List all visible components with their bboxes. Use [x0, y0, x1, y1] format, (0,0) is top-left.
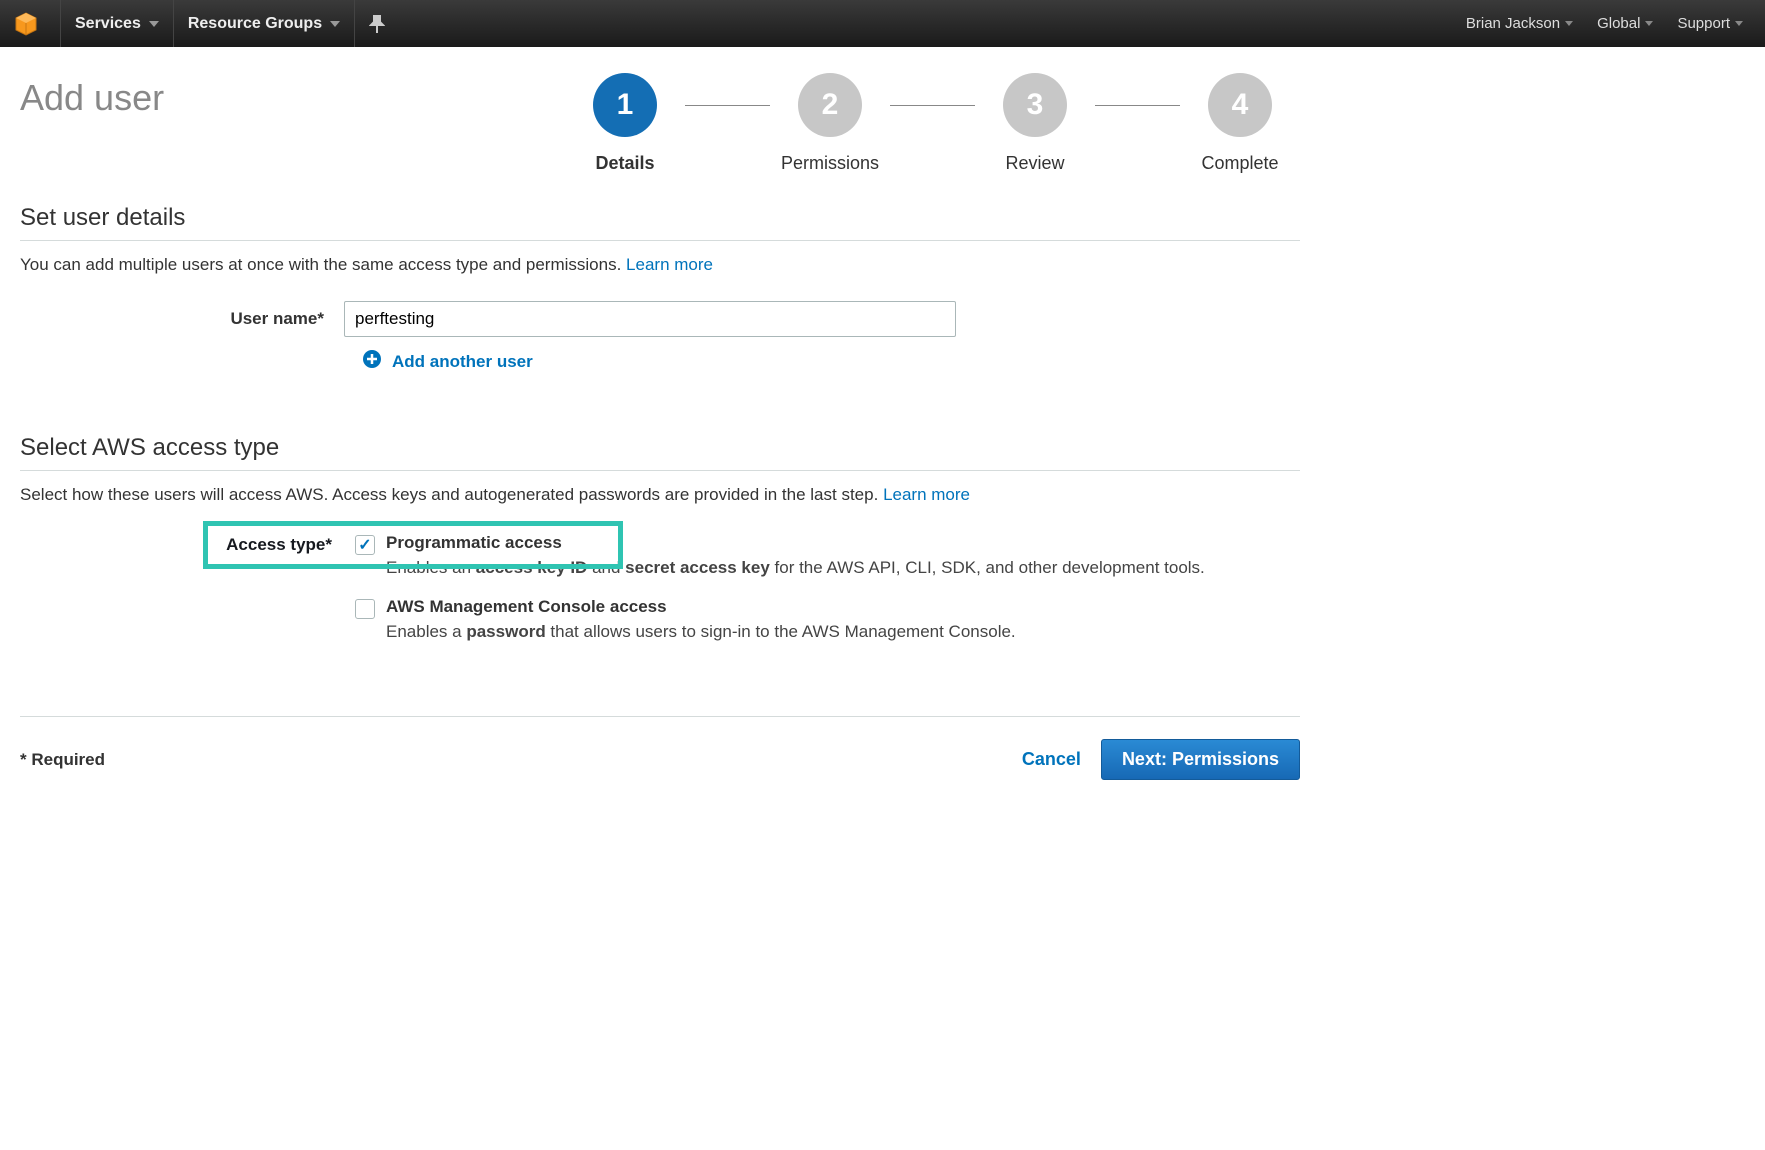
wizard-step-complete: 4 Complete: [1180, 73, 1300, 174]
aws-logo-icon[interactable]: [10, 8, 42, 40]
step-connector: [1095, 105, 1180, 106]
cancel-button[interactable]: Cancel: [1002, 739, 1101, 780]
wizard-step-permissions: 2 Permissions: [770, 73, 890, 174]
step-label: Review: [1005, 153, 1064, 174]
console-access-title: AWS Management Console access: [386, 595, 1300, 617]
caret-down-icon: [1565, 21, 1573, 26]
page-title: Add user: [20, 77, 164, 119]
top-nav: Services Resource Groups Brian Jackson G…: [0, 0, 1765, 47]
step-label: Complete: [1201, 153, 1278, 174]
access-type-block: Access type* Programmatic access Enables…: [20, 531, 1300, 658]
programmatic-access-checkbox[interactable]: [355, 535, 375, 555]
programmatic-access-title: Programmatic access: [386, 531, 1300, 553]
chevron-down-icon: [330, 21, 340, 27]
resource-groups-label: Resource Groups: [188, 15, 322, 33]
step-connector: [685, 105, 770, 106]
step-number: 4: [1208, 73, 1272, 137]
chevron-down-icon: [149, 21, 159, 27]
learn-more-link[interactable]: Learn more: [883, 485, 970, 504]
support-menu[interactable]: Support: [1665, 15, 1755, 32]
step-connector: [890, 105, 975, 106]
step-label: Permissions: [781, 153, 879, 174]
wizard-step-review: 3 Review: [975, 73, 1095, 174]
learn-more-link[interactable]: Learn more: [626, 255, 713, 274]
account-menu[interactable]: Brian Jackson: [1454, 15, 1585, 32]
username-input[interactable]: [344, 301, 956, 337]
divider: [20, 470, 1300, 471]
add-another-user-link[interactable]: Add another user: [362, 349, 1300, 374]
section-desc: Select how these users will access AWS. …: [20, 485, 1300, 505]
next-permissions-button[interactable]: Next: Permissions: [1101, 739, 1300, 780]
programmatic-access-desc: Enables an access key ID and secret acce…: [386, 555, 1300, 581]
services-label: Services: [75, 15, 141, 33]
resource-groups-menu[interactable]: Resource Groups: [173, 0, 354, 47]
step-label: Details: [595, 153, 654, 174]
section-title-access-type: Select AWS access type: [20, 434, 1300, 462]
wizard-steps: 1 Details 2 Permissions 3 Review 4 Compl…: [164, 67, 1300, 174]
step-number: 3: [1003, 73, 1067, 137]
required-note: * Required: [20, 750, 105, 770]
services-menu[interactable]: Services: [60, 0, 173, 47]
console-access-checkbox[interactable]: [355, 599, 375, 619]
wizard-step-details: 1 Details: [565, 73, 685, 174]
step-number: 2: [798, 73, 862, 137]
console-access-desc: Enables a password that allows users to …: [386, 619, 1300, 645]
username-row: User name*: [20, 301, 1300, 337]
region-menu[interactable]: Global: [1585, 15, 1665, 32]
username-label: User name*: [20, 301, 344, 329]
step-number: 1: [593, 73, 657, 137]
footer: * Required Cancel Next: Permissions: [20, 716, 1300, 780]
access-type-label: Access type*: [20, 531, 344, 595]
divider: [20, 240, 1300, 241]
pin-icon[interactable]: [354, 0, 399, 47]
caret-down-icon: [1645, 21, 1653, 26]
caret-down-icon: [1735, 21, 1743, 26]
plus-circle-icon: [362, 349, 382, 374]
section-desc: You can add multiple users at once with …: [20, 255, 1300, 275]
main-content: Add user 1 Details 2 Permissions 3 Revie…: [0, 47, 1320, 800]
section-title-user-details: Set user details: [20, 204, 1300, 232]
